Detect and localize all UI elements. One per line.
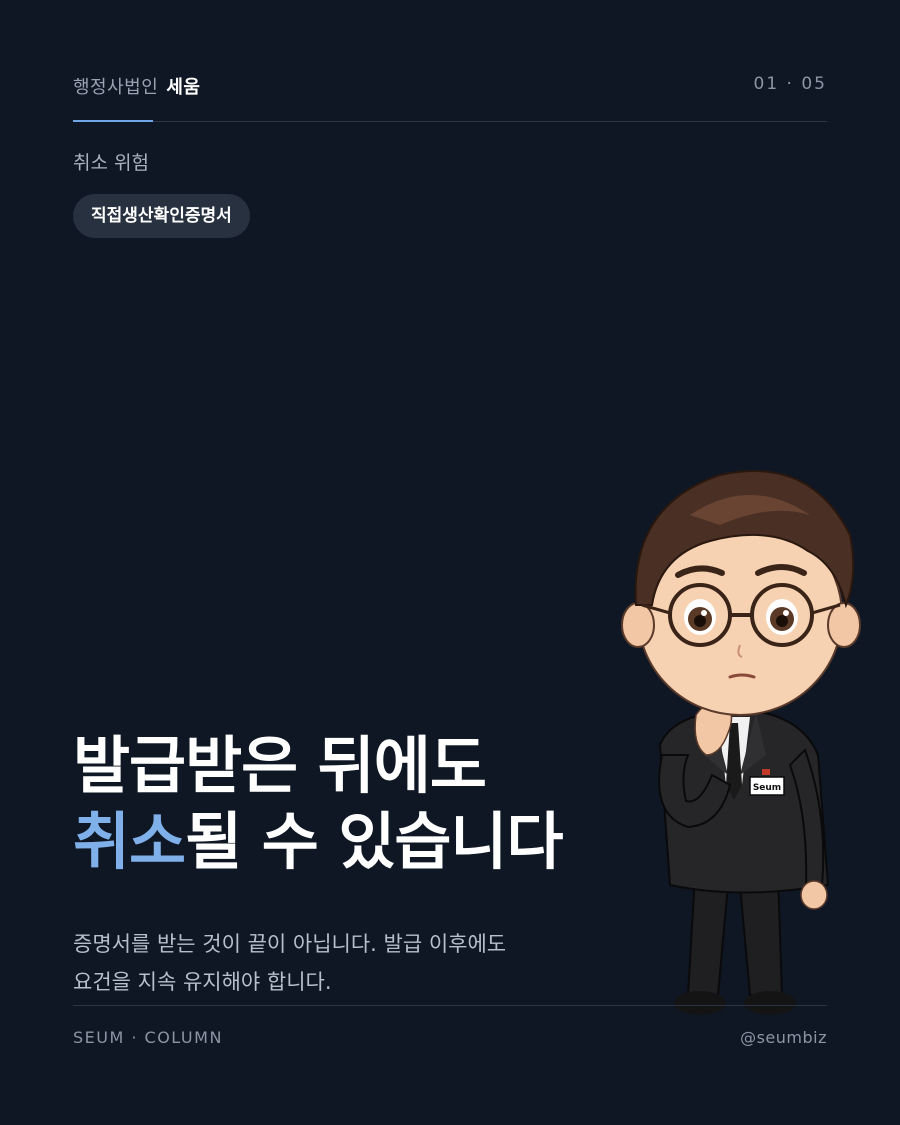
category-label: 취소 위험 — [73, 152, 149, 174]
page-indicator: 01 · 05 — [753, 74, 827, 94]
header: 행정사법인 세움 01 · 05 — [73, 68, 827, 104]
description: 증명서를 받는 것이 끝이 아닙니다. 발급 이후에도 요건을 지속 유지해야 … — [73, 925, 613, 1001]
footer-handle: @seumbiz — [740, 1028, 827, 1047]
description-line-2: 요건을 지속 유지해야 합니다. — [73, 970, 332, 994]
header-accent-bar — [73, 120, 153, 122]
headline-accent: 취소 — [73, 805, 186, 878]
header-divider — [73, 121, 827, 122]
badge-text: Seum — [753, 783, 781, 793]
brand-main: 세움 — [166, 77, 201, 98]
brand: 행정사법인 세움 — [73, 73, 200, 99]
character-illustration: Seum — [600, 455, 870, 1025]
headline-line-2-rest: 될 수 있습니다 — [185, 805, 563, 878]
brand-sub: 행정사법인 — [73, 77, 159, 98]
description-line-1: 증명서를 받는 것이 끝이 아닙니다. 발급 이후에도 — [73, 932, 507, 956]
headline-line-2: 취소될 수 있습니다 — [73, 804, 564, 880]
headline-line-1: 발급받은 뒤에도 — [73, 729, 487, 802]
headline: 발급받은 뒤에도 취소될 수 있습니다 — [73, 728, 564, 880]
footer-label: SEUM · COLUMN — [73, 1028, 223, 1047]
topic-tag: 직접생산확인증명서 — [73, 194, 250, 238]
footer-divider — [73, 1005, 827, 1006]
